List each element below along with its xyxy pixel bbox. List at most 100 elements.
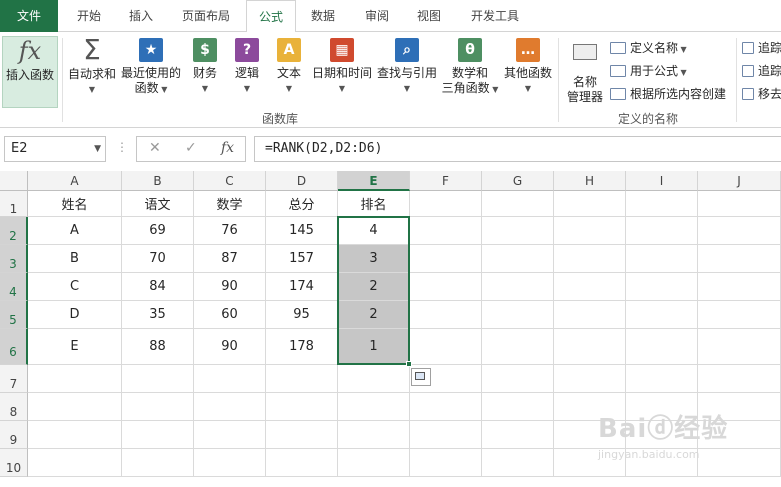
- cell-i4[interactable]: [626, 273, 698, 301]
- trace-precedents-button[interactable]: 追踪: [742, 38, 781, 58]
- column-header-j[interactable]: J: [698, 171, 781, 191]
- cell-f2[interactable]: [410, 217, 482, 245]
- create-from-selection-button[interactable]: 根据所选内容创建: [610, 84, 726, 104]
- cell-e9[interactable]: [338, 421, 410, 449]
- cell-e7[interactable]: [338, 365, 410, 393]
- cell-i5[interactable]: [626, 301, 698, 329]
- insert-function-button[interactable]: fx 插入函数: [2, 36, 58, 108]
- cell-g9[interactable]: [482, 421, 554, 449]
- cell-f4[interactable]: [410, 273, 482, 301]
- cell-g3[interactable]: [482, 245, 554, 273]
- date-time-button[interactable]: ▦ 日期和时间 ▼: [310, 36, 374, 96]
- autosum-button[interactable]: Σ 自动求和 ▼: [66, 36, 118, 97]
- cell-d10[interactable]: [266, 449, 338, 477]
- logical-button[interactable]: ? 逻辑 ▼: [228, 36, 266, 96]
- cell-a6[interactable]: E: [28, 329, 122, 365]
- math-trig-button[interactable]: θ 数学和 三角函数 ▼: [440, 36, 500, 97]
- cell-c1[interactable]: 数学: [194, 191, 266, 217]
- row-header-4[interactable]: 4: [0, 273, 28, 301]
- cancel-icon[interactable]: ✕: [149, 140, 161, 156]
- formula-input[interactable]: =RANK(D2,D2:D6): [254, 136, 781, 162]
- cell-e3[interactable]: 3: [338, 245, 410, 273]
- tab-developer[interactable]: 开发工具: [462, 0, 528, 32]
- cell-b9[interactable]: [122, 421, 194, 449]
- column-header-e[interactable]: E: [338, 171, 410, 191]
- cell-g7[interactable]: [482, 365, 554, 393]
- row-header-7[interactable]: 7: [0, 365, 28, 393]
- cell-b5[interactable]: 35: [122, 301, 194, 329]
- cell-i1[interactable]: [626, 191, 698, 217]
- cell-j5[interactable]: [698, 301, 781, 329]
- row-header-9[interactable]: 9: [0, 421, 28, 449]
- tab-insert[interactable]: 插入: [118, 0, 164, 32]
- lookup-reference-button[interactable]: ⌕ 查找与引用 ▼: [376, 36, 438, 96]
- cell-c3[interactable]: 87: [194, 245, 266, 273]
- cell-a2[interactable]: A: [28, 217, 122, 245]
- cell-i3[interactable]: [626, 245, 698, 273]
- more-functions-button[interactable]: … 其他函数 ▼: [502, 36, 554, 96]
- cell-j3[interactable]: [698, 245, 781, 273]
- define-name-button[interactable]: 定义名称 ▼: [610, 38, 687, 58]
- cell-b8[interactable]: [122, 393, 194, 421]
- cell-c8[interactable]: [194, 393, 266, 421]
- cell-j2[interactable]: [698, 217, 781, 245]
- cell-e8[interactable]: [338, 393, 410, 421]
- cell-g6[interactable]: [482, 329, 554, 365]
- cell-h6[interactable]: [554, 329, 626, 365]
- cell-h7[interactable]: [554, 365, 626, 393]
- cell-g8[interactable]: [482, 393, 554, 421]
- cell-f10[interactable]: [410, 449, 482, 477]
- tab-data[interactable]: 数据: [300, 0, 346, 32]
- insert-function-icon[interactable]: fx: [221, 140, 234, 156]
- cell-g4[interactable]: [482, 273, 554, 301]
- cell-j7[interactable]: [698, 365, 781, 393]
- enter-icon[interactable]: ✓: [185, 140, 197, 156]
- cell-a9[interactable]: [28, 421, 122, 449]
- cell-e5[interactable]: 2: [338, 301, 410, 329]
- chevron-down-icon[interactable]: ▼: [94, 137, 101, 161]
- tab-page-layout[interactable]: 页面布局: [170, 0, 242, 32]
- column-header-a[interactable]: A: [28, 171, 122, 191]
- recently-used-button[interactable]: ★ 最近使用的 函数 ▼: [120, 36, 182, 97]
- column-header-h[interactable]: H: [554, 171, 626, 191]
- cell-b6[interactable]: 88: [122, 329, 194, 365]
- cell-e4[interactable]: 2: [338, 273, 410, 301]
- column-header-f[interactable]: F: [410, 171, 482, 191]
- cell-e6[interactable]: 1: [338, 329, 410, 365]
- cell-g2[interactable]: [482, 217, 554, 245]
- tab-review[interactable]: 审阅: [354, 0, 400, 32]
- cell-f1[interactable]: [410, 191, 482, 217]
- cell-f3[interactable]: [410, 245, 482, 273]
- tab-file[interactable]: 文件: [0, 0, 58, 32]
- cell-b10[interactable]: [122, 449, 194, 477]
- cell-d3[interactable]: 157: [266, 245, 338, 273]
- row-header-1[interactable]: 1: [0, 191, 28, 217]
- cell-c5[interactable]: 60: [194, 301, 266, 329]
- column-header-c[interactable]: C: [194, 171, 266, 191]
- cell-h3[interactable]: [554, 245, 626, 273]
- name-manager-button[interactable]: 名称 管理器: [562, 36, 608, 105]
- cell-d9[interactable]: [266, 421, 338, 449]
- cell-a7[interactable]: [28, 365, 122, 393]
- cell-i2[interactable]: [626, 217, 698, 245]
- cell-c2[interactable]: 76: [194, 217, 266, 245]
- cell-j6[interactable]: [698, 329, 781, 365]
- cell-a3[interactable]: B: [28, 245, 122, 273]
- text-button[interactable]: A 文本 ▼: [270, 36, 308, 96]
- use-in-formula-button[interactable]: 用于公式 ▼: [610, 61, 687, 81]
- cell-g1[interactable]: [482, 191, 554, 217]
- cell-a1[interactable]: 姓名: [28, 191, 122, 217]
- cell-h4[interactable]: [554, 273, 626, 301]
- cell-d6[interactable]: 178: [266, 329, 338, 365]
- cell-d8[interactable]: [266, 393, 338, 421]
- column-header-b[interactable]: B: [122, 171, 194, 191]
- cell-g5[interactable]: [482, 301, 554, 329]
- cell-j1[interactable]: [698, 191, 781, 217]
- cell-j4[interactable]: [698, 273, 781, 301]
- cell-c9[interactable]: [194, 421, 266, 449]
- cell-h2[interactable]: [554, 217, 626, 245]
- cell-e1[interactable]: 排名: [338, 191, 410, 217]
- cell-e2[interactable]: 4: [338, 217, 410, 245]
- cell-c10[interactable]: [194, 449, 266, 477]
- cell-c6[interactable]: 90: [194, 329, 266, 365]
